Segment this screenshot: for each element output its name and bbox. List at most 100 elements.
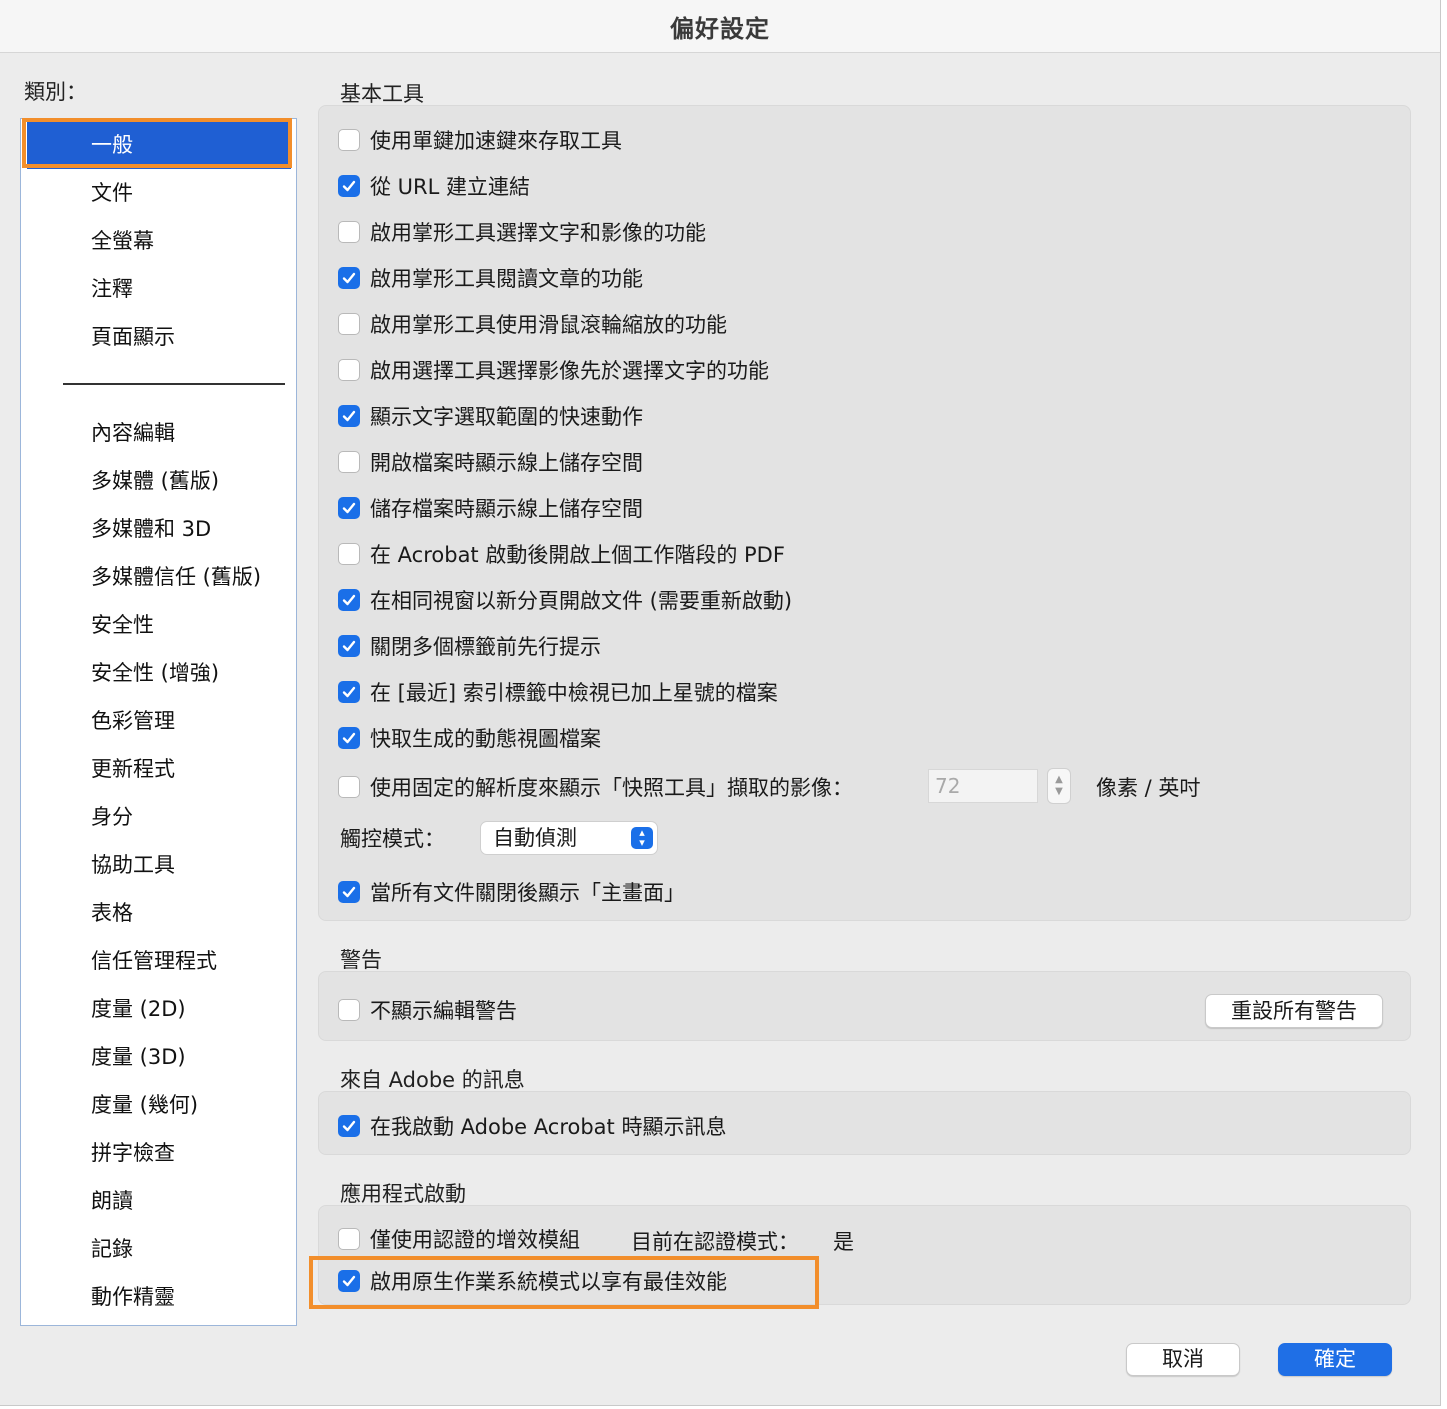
- option-label: 使用單鍵加速鍵來存取工具: [370, 129, 622, 153]
- option-row[interactable]: 當所有文件關閉後顯示「主畫面」: [338, 877, 685, 907]
- option-label: 啟用選擇工具選擇影像先於選擇文字的功能: [370, 359, 769, 383]
- sidebar-item-trust-manager[interactable]: 信任管理程式: [21, 937, 296, 985]
- sidebar-item-multimedia-trust[interactable]: 多媒體信任 (舊版): [21, 553, 296, 601]
- option-label: 僅使用認證的增效模組: [370, 1228, 580, 1252]
- cert-mode-value: 是: [833, 1230, 854, 1254]
- reset-warnings-button[interactable]: 重設所有警告: [1205, 994, 1383, 1028]
- touch-mode-label: 觸控模式：: [340, 827, 445, 851]
- sidebar-item-security-enhanced[interactable]: 安全性 (增強): [21, 649, 296, 697]
- option-row[interactable]: 啟用掌形工具使用滑鼠滾輪縮放的功能: [338, 309, 727, 339]
- touch-mode-select[interactable]: 自動偵測 ▴ ▾: [480, 821, 658, 855]
- resolution-unit: 像素 / 英吋: [1096, 776, 1201, 800]
- selection-highlight-box: [22, 118, 292, 168]
- touch-mode-value: 自動偵測: [493, 826, 577, 850]
- category-list[interactable]: 一般 文件 全螢幕 注釋 頁面顯示 內容編輯 多媒體 (舊版) 多媒體和 3D …: [20, 118, 297, 1326]
- resolution-stepper[interactable]: ▲ ▼: [1047, 768, 1071, 804]
- checkbox-checked[interactable]: [338, 635, 360, 657]
- checkbox-checked[interactable]: [338, 681, 360, 703]
- section-title-basic-tools: 基本工具: [340, 82, 424, 106]
- resolution-input[interactable]: 72: [928, 769, 1038, 803]
- checkbox[interactable]: [338, 451, 360, 473]
- checkbox[interactable]: [338, 1228, 360, 1250]
- option-row[interactable]: 啟用掌形工具選擇文字和影像的功能: [338, 217, 706, 247]
- sidebar-item-updater[interactable]: 更新程式: [21, 745, 296, 793]
- option-label: 不顯示編輯警告: [370, 999, 517, 1023]
- category-label: 類別：: [24, 80, 87, 104]
- option-label: 開啟檔案時顯示線上儲存空間: [370, 451, 643, 475]
- sidebar-item-identity[interactable]: 身分: [21, 793, 296, 841]
- option-label: 快取生成的動態視圖檔案: [370, 727, 601, 751]
- sidebar-item-multimedia-legacy[interactable]: 多媒體 (舊版): [21, 457, 296, 505]
- option-row[interactable]: 僅使用認證的增效模組: [338, 1224, 580, 1254]
- chevron-up-icon[interactable]: ▲: [1055, 774, 1063, 786]
- checkbox-checked[interactable]: [338, 267, 360, 289]
- checkbox-checked[interactable]: [338, 1115, 360, 1137]
- checkbox[interactable]: [338, 221, 360, 243]
- option-row[interactable]: 在 Acrobat 啟動後開啟上個工作階段的 PDF: [338, 539, 785, 569]
- option-row[interactable]: 儲存檔案時顯示線上儲存空間: [338, 493, 643, 523]
- ok-button[interactable]: 確定: [1278, 1343, 1392, 1376]
- option-row[interactable]: 從 URL 建立連結: [338, 171, 530, 201]
- option-label: 從 URL 建立連結: [370, 175, 531, 199]
- option-row[interactable]: 在 [最近] 索引標籤中檢視已加上星號的檔案: [338, 677, 778, 707]
- option-label: 在 Acrobat 啟動後開啟上個工作階段的 PDF: [370, 543, 785, 567]
- checkbox-checked[interactable]: [338, 881, 360, 903]
- sidebar-item-spelling[interactable]: 拼字檢查: [21, 1129, 296, 1177]
- option-label: 啟用掌形工具閱讀文章的功能: [370, 267, 643, 291]
- checkbox-checked[interactable]: [338, 589, 360, 611]
- checkbox[interactable]: [338, 776, 360, 798]
- option-row[interactable]: 開啟檔案時顯示線上儲存空間: [338, 447, 643, 477]
- sidebar-item-page-display[interactable]: 頁面顯示: [21, 313, 296, 361]
- checkbox[interactable]: [338, 129, 360, 151]
- sidebar-item-multimedia-3d[interactable]: 多媒體和 3D: [21, 505, 296, 553]
- option-row[interactable]: 不顯示編輯警告: [338, 995, 517, 1025]
- cancel-button[interactable]: 取消: [1126, 1343, 1240, 1376]
- option-row[interactable]: 使用單鍵加速鍵來存取工具: [338, 125, 622, 155]
- checkbox[interactable]: [338, 313, 360, 335]
- option-row[interactable]: 使用固定的解析度來顯示「快照工具」擷取的影像：: [338, 772, 853, 802]
- sidebar-item-tracker[interactable]: 記錄: [21, 1225, 296, 1273]
- option-label: 啟用掌形工具選擇文字和影像的功能: [370, 221, 706, 245]
- section-title-warnings: 警告: [340, 948, 382, 972]
- option-label: 在相同視窗以新分頁開啟文件 (需要重新啟動): [370, 589, 793, 613]
- select-arrows-icon: ▴ ▾: [631, 827, 653, 849]
- option-label: 當所有文件關閉後顯示「主畫面」: [370, 881, 685, 905]
- sidebar-item-measuring-geo[interactable]: 度量 (幾何): [21, 1081, 296, 1129]
- checkbox-checked[interactable]: [338, 727, 360, 749]
- sidebar-item-reading[interactable]: 朗讀: [21, 1177, 296, 1225]
- checkbox-checked[interactable]: [338, 497, 360, 519]
- sidebar-item-full-screen[interactable]: 全螢幕: [21, 217, 296, 265]
- option-label: 在我啟動 Adobe Acrobat 時顯示訊息: [370, 1115, 727, 1139]
- option-row[interactable]: 關閉多個標籤前先行提示: [338, 631, 601, 661]
- sidebar-item-commenting[interactable]: 注釋: [21, 265, 296, 313]
- sidebar-item-measuring-3d[interactable]: 度量 (3D): [21, 1033, 296, 1081]
- sidebar-item-security[interactable]: 安全性: [21, 601, 296, 649]
- checkbox[interactable]: [338, 543, 360, 565]
- option-row[interactable]: 啟用掌形工具閱讀文章的功能: [338, 263, 643, 293]
- option-row[interactable]: 快取生成的動態視圖檔案: [338, 723, 601, 753]
- sidebar-item-color-management[interactable]: 色彩管理: [21, 697, 296, 745]
- option-label: 顯示文字選取範圍的快速動作: [370, 405, 643, 429]
- sidebar-item-accessibility[interactable]: 協助工具: [21, 841, 296, 889]
- sidebar-item-action-wizard[interactable]: 動作精靈: [21, 1273, 296, 1321]
- checkbox-checked[interactable]: [338, 405, 360, 427]
- section-title-adobe-messages: 來自 Adobe 的訊息: [340, 1068, 525, 1092]
- option-row[interactable]: 啟用選擇工具選擇影像先於選擇文字的功能: [338, 355, 769, 385]
- option-row[interactable]: 在我啟動 Adobe Acrobat 時顯示訊息: [338, 1111, 726, 1141]
- option-row[interactable]: 在相同視窗以新分頁開啟文件 (需要重新啟動): [338, 585, 792, 615]
- option-label: 關閉多個標籤前先行提示: [370, 635, 601, 659]
- option-row[interactable]: 顯示文字選取範圍的快速動作: [338, 401, 643, 431]
- cert-mode-label: 目前在認證模式：: [631, 1230, 799, 1254]
- sidebar-item-forms[interactable]: 表格: [21, 889, 296, 937]
- checkbox[interactable]: [338, 359, 360, 381]
- option-label: 使用固定的解析度來顯示「快照工具」擷取的影像：: [370, 776, 853, 800]
- sidebar-item-documents[interactable]: 文件: [21, 169, 296, 217]
- checkbox-checked[interactable]: [338, 175, 360, 197]
- checkbox[interactable]: [338, 999, 360, 1021]
- sidebar-item-measuring-2d[interactable]: 度量 (2D): [21, 985, 296, 1033]
- chevron-down-icon[interactable]: ▼: [1055, 786, 1063, 798]
- option-label: 儲存檔案時顯示線上儲存空間: [370, 497, 643, 521]
- sidebar-item-content-editing[interactable]: 內容編輯: [21, 409, 296, 457]
- native-mode-highlight-box: [309, 1256, 819, 1309]
- sidebar-divider: [63, 383, 285, 385]
